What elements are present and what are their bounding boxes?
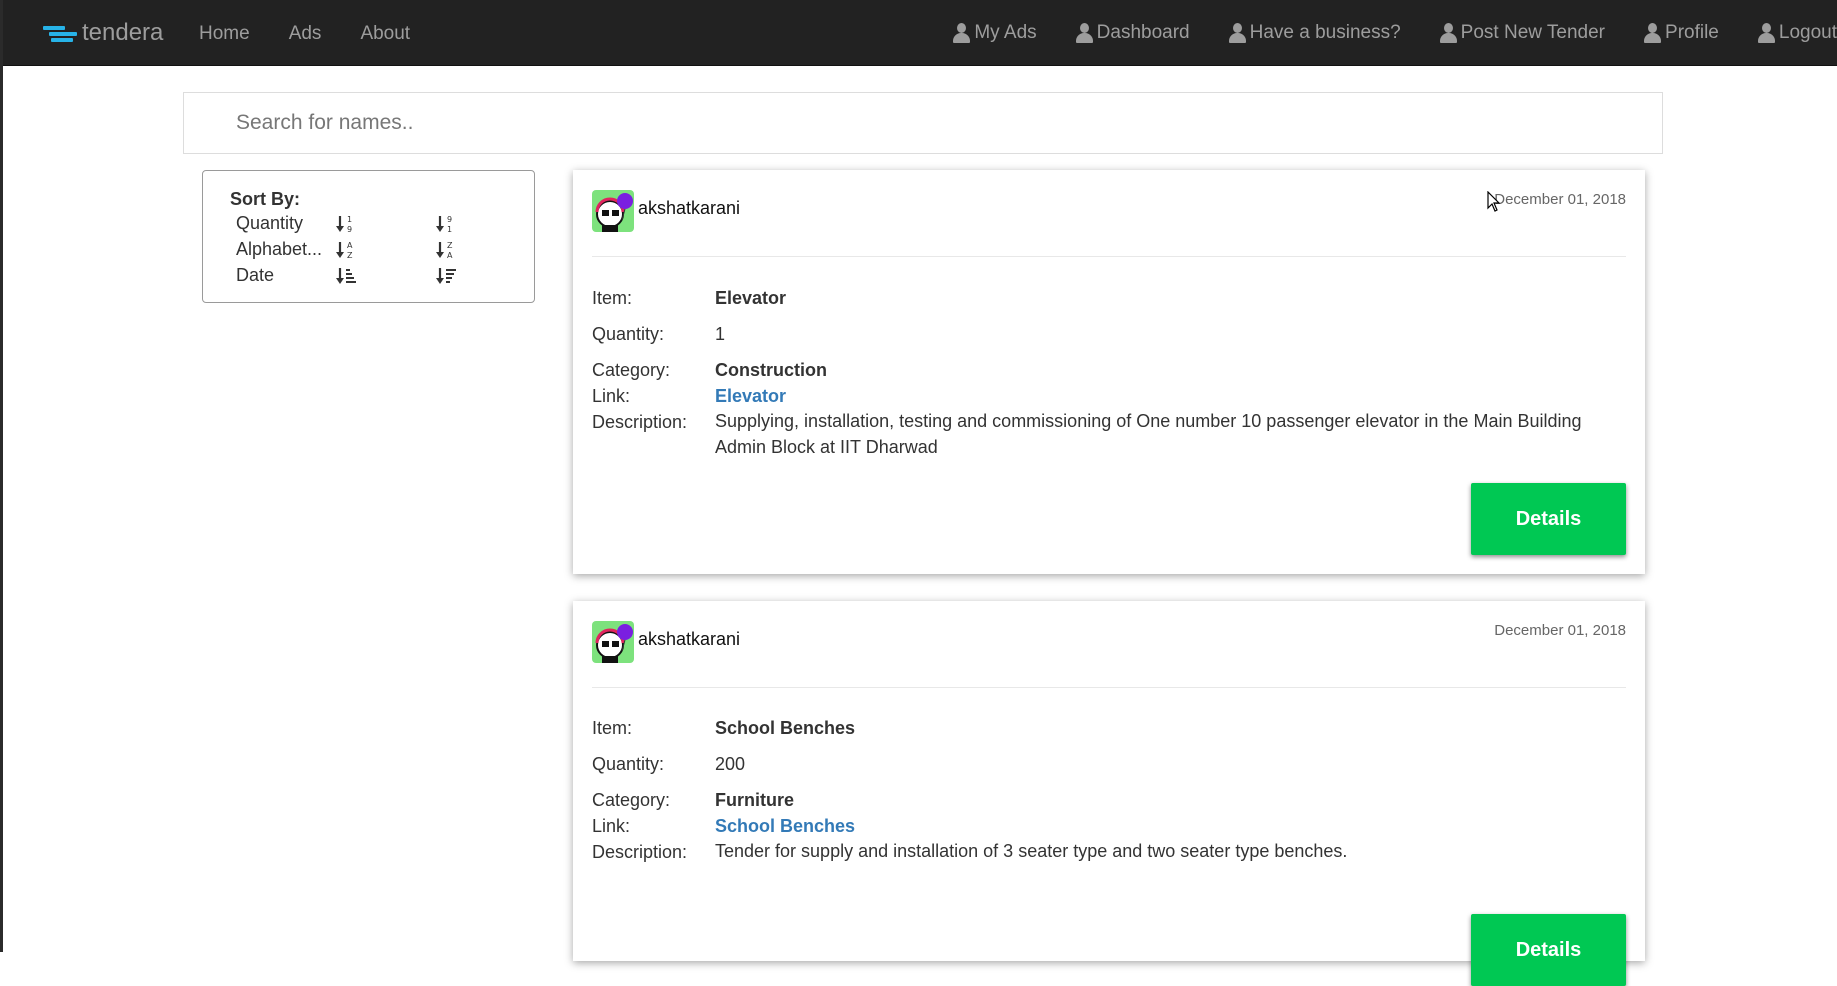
sort-date-desc-icon[interactable] bbox=[436, 265, 456, 289]
nav-dashboard-link[interactable]: Dashboard bbox=[1075, 0, 1190, 65]
nav-label: My Ads bbox=[974, 22, 1037, 43]
sort-alpha-desc-icon[interactable]: ZA bbox=[436, 239, 456, 263]
item-value: School Benches bbox=[715, 718, 856, 738]
nav-profile-link[interactable]: Profile bbox=[1644, 0, 1719, 65]
description-label: Description: bbox=[592, 842, 688, 862]
nav-have-business-link[interactable]: Have a business? bbox=[1228, 0, 1401, 65]
item-value: Elevator bbox=[715, 288, 787, 308]
tender-card: akshatkarani December 01, 2018 Item: Sch… bbox=[573, 601, 1645, 986]
nav-ads-link[interactable]: Ads bbox=[289, 0, 322, 65]
tender-card: akshatkarani December 01, 2018 Item: Ele… bbox=[573, 170, 1645, 574]
sort-date-asc-icon[interactable] bbox=[336, 265, 356, 289]
sort-row-quantity: Quantity 19 91 bbox=[236, 213, 526, 237]
details-button[interactable]: Details bbox=[1471, 914, 1626, 986]
svg-text:Z: Z bbox=[347, 251, 353, 260]
nav-right: My Ads Dashboard Have a business? Post N… bbox=[914, 0, 1837, 65]
description-value: Supplying, installation, testing and com… bbox=[715, 411, 1582, 457]
nav-label: Have a business? bbox=[1249, 22, 1401, 43]
svg-text:1: 1 bbox=[347, 215, 352, 224]
post-date: December 01, 2018 bbox=[1494, 191, 1626, 208]
svg-text:A: A bbox=[347, 241, 353, 250]
sort-row-date: Date bbox=[236, 265, 526, 289]
quantity-value: 200 bbox=[715, 754, 746, 774]
user-icon bbox=[1644, 22, 1662, 43]
divider bbox=[592, 256, 1626, 257]
user-icon bbox=[1228, 22, 1246, 43]
brand-name: tendera bbox=[82, 19, 164, 46]
category-value: Furniture bbox=[715, 790, 794, 810]
user-avatar-icon bbox=[592, 190, 634, 232]
svg-text:A: A bbox=[447, 251, 453, 260]
item-label: Item: bbox=[592, 288, 633, 308]
search-input[interactable] bbox=[183, 92, 1663, 154]
nav-home-link[interactable]: Home bbox=[199, 0, 250, 65]
divider bbox=[592, 687, 1626, 688]
sort-alpha-asc-icon[interactable]: AZ bbox=[336, 239, 356, 263]
nav-label: Logout bbox=[1778, 22, 1837, 43]
details-button[interactable]: Details bbox=[1471, 483, 1626, 555]
nav-label: Dashboard bbox=[1096, 22, 1190, 43]
nav-post-tender-link[interactable]: Post New Tender bbox=[1439, 0, 1606, 65]
category-label: Category: bbox=[592, 790, 671, 810]
nav-logout-link[interactable]: Logout bbox=[1757, 0, 1837, 65]
svg-text:1: 1 bbox=[447, 225, 452, 234]
user-avatar-icon bbox=[592, 621, 634, 663]
sort-panel: Sort By: Quantity 19 91 Alphabet... AZ Z… bbox=[202, 170, 535, 303]
nav-label: Post New Tender bbox=[1460, 22, 1606, 43]
quantity-value: 1 bbox=[715, 324, 726, 344]
sort-row-alphabet: Alphabet... AZ ZA bbox=[236, 239, 526, 263]
description-value: Tender for supply and installation of 3 … bbox=[715, 841, 1348, 861]
sort-label: Alphabet... bbox=[236, 239, 323, 259]
sort-title: Sort By: bbox=[230, 189, 301, 209]
nav-left: Home Ads About bbox=[199, 0, 449, 65]
quantity-label: Quantity: bbox=[592, 754, 665, 774]
username: akshatkarani bbox=[638, 629, 741, 649]
category-label: Category: bbox=[592, 360, 671, 380]
svg-text:9: 9 bbox=[447, 215, 452, 224]
quantity-label: Quantity: bbox=[592, 324, 665, 344]
username: akshatkarani bbox=[638, 198, 741, 218]
category-value: Construction bbox=[715, 360, 827, 380]
nav-about-link[interactable]: About bbox=[360, 0, 410, 65]
post-date: December 01, 2018 bbox=[1494, 622, 1626, 639]
item-label: Item: bbox=[592, 718, 633, 738]
svg-text:Z: Z bbox=[447, 241, 453, 250]
sort-label: Date bbox=[236, 265, 275, 285]
tender-link[interactable]: School Benches bbox=[715, 816, 855, 837]
link-label: Link: bbox=[592, 386, 631, 406]
sort-label: Quantity bbox=[236, 213, 304, 233]
sort-numeric-desc-icon[interactable]: 91 bbox=[436, 213, 456, 237]
brand-link[interactable]: tendera bbox=[43, 18, 163, 48]
nav-label: Profile bbox=[1665, 22, 1719, 43]
user-icon bbox=[1439, 22, 1457, 43]
user-icon bbox=[953, 22, 971, 43]
user-icon bbox=[1075, 22, 1093, 43]
link-label: Link: bbox=[592, 816, 631, 836]
nav-my-ads-link[interactable]: My Ads bbox=[953, 0, 1037, 65]
description-label: Description: bbox=[592, 412, 688, 432]
mouse-cursor-icon bbox=[1487, 191, 1501, 212]
svg-text:9: 9 bbox=[347, 225, 352, 234]
user-icon bbox=[1757, 22, 1775, 43]
sort-numeric-asc-icon[interactable]: 19 bbox=[336, 213, 356, 237]
navbar: tendera Home Ads About My Ads Dashboard … bbox=[3, 0, 1837, 66]
tender-link[interactable]: Elevator bbox=[715, 386, 786, 407]
tendera-logo-icon bbox=[43, 23, 77, 43]
